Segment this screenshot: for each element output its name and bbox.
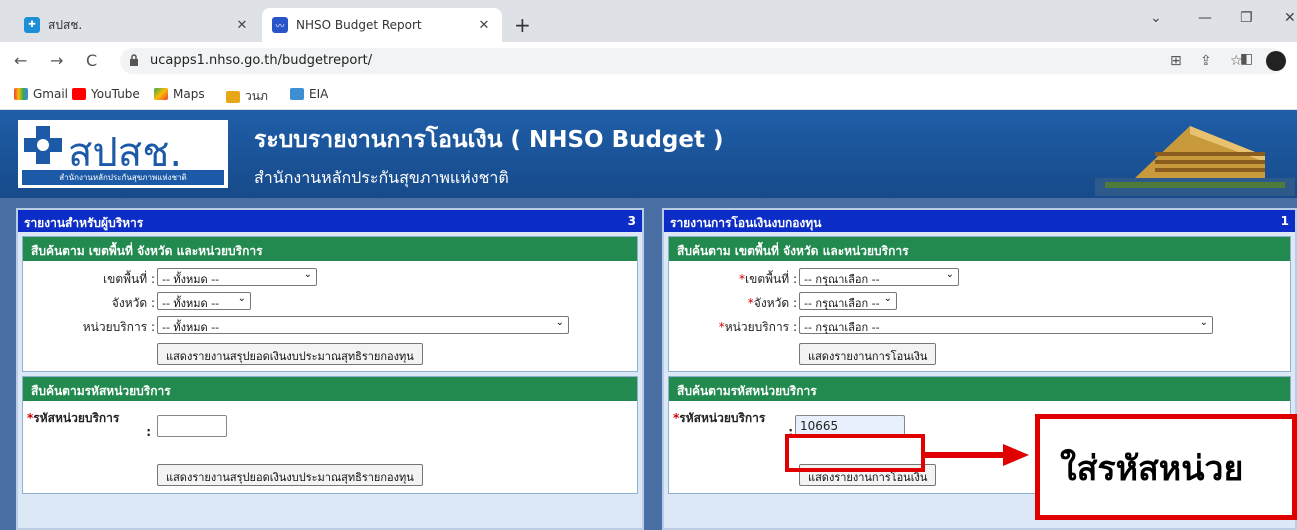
section-heading: สืบค้นตาม เขตพื้นที่ จังหวัด และหน่วยบริ… — [23, 237, 637, 261]
service-unit-label: หน่วยบริการ : — [82, 320, 155, 334]
close-tab-icon[interactable]: ✕ — [476, 18, 492, 33]
forward-arrow-icon[interactable]: → — [50, 51, 63, 70]
nhso-favicon-icon: ✚ — [24, 17, 40, 33]
report-count-badge: 3 — [627, 214, 636, 228]
new-tab-icon[interactable]: + — [514, 13, 531, 37]
service-unit-label: *หน่วยบริการ : — [718, 320, 797, 334]
panel-title: รายงานสำหรับผู้บริหาร — [24, 216, 144, 230]
chevron-down-icon: ⌄ — [555, 317, 564, 328]
logo-full-name: สำนักงานหลักประกันสุขภาพแห่งชาติ — [22, 170, 224, 185]
tab-title: NHSO Budget Report — [296, 18, 422, 32]
url-text: ucapps1.nhso.go.th/budgetreport/ — [150, 53, 373, 68]
close-tab-icon[interactable]: ✕ — [234, 18, 250, 33]
show-budget-summary-button[interactable]: แสดงรายงานสรุปยอดเงินงบประมาณสุทธิรายกอง… — [157, 464, 423, 486]
bookmark-gmail[interactable]: Gmail — [14, 87, 68, 101]
bookmarks-bar: Gmail YouTube Maps วนภ EIA — [0, 80, 1297, 110]
show-transfer-report-button[interactable]: แสดงรายงานการโอนเงิน — [799, 343, 937, 365]
share-icon[interactable]: ⇪ — [1200, 53, 1212, 69]
tab-budget-report[interactable]: 〰 NHSO Budget Report ✕ — [262, 8, 502, 42]
chevron-down-icon: ⌄ — [883, 293, 892, 304]
panel-title: รายงานการโอนเงินงบกองทุน — [670, 216, 822, 230]
annotation-highlight-box — [785, 434, 925, 472]
tab-title: สปสช. — [48, 17, 83, 32]
tab-nhso[interactable]: ✚ สปสช. ✕ — [14, 8, 260, 42]
section-heading: สืบค้นตามรหัสหน่วยบริการ — [23, 377, 637, 401]
executive-report-panel: รายงานสำหรับผู้บริหาร 3 สืบค้นตาม เขตพื้… — [16, 208, 644, 530]
youtube-icon — [72, 88, 86, 100]
page-title: ระบบรายงานการโอนเงิน ( NHSO Budget ) — [254, 127, 724, 153]
annotation-arrow-icon — [923, 444, 1029, 466]
bookmark-youtube[interactable]: YouTube — [72, 87, 140, 101]
bookmark-maps[interactable]: Maps — [154, 87, 205, 101]
panel-title-bar: รายงานสำหรับผู้บริหาร 3 — [18, 210, 642, 232]
unit-code-label: *รหัสหน่วยบริการ — [27, 411, 120, 425]
nhso-logo: สปสช. สำนักงานหลักประกันสุขภาพแห่งชาติ — [18, 120, 228, 188]
browser-tab-bar: ✚ สปสช. ✕ 〰 NHSO Budget Report ✕ + ⌄ — ❐… — [0, 0, 1297, 42]
nhso-cross-icon — [24, 126, 62, 164]
address-bar-row: ← → C ucapps1.nhso.go.th/budgetreport/ ⊞… — [0, 42, 1297, 80]
province-select[interactable]: -- ทั้งหมด -- ⌄ — [157, 292, 251, 310]
code-search-section: สืบค้นตามรหัสหน่วยบริการ *รหัสหน่วยบริกา… — [22, 376, 638, 494]
site-header: สปสช. สำนักงานหลักประกันสุขภาพแห่งชาติ ร… — [0, 110, 1297, 198]
restore-icon[interactable]: ❐ — [1240, 10, 1253, 26]
annotation-callout: ใส่รหัสหน่วย — [1035, 414, 1297, 520]
bookmark-vnp[interactable]: วนภ — [226, 87, 268, 106]
maps-icon — [154, 88, 168, 100]
area-search-section: สืบค้นตาม เขตพื้นที่ จังหวัด และหน่วยบริ… — [668, 236, 1291, 372]
chevron-down-icon: ⌄ — [945, 269, 954, 280]
section-heading: สืบค้นตาม เขตพื้นที่ จังหวัด และหน่วยบริ… — [669, 237, 1290, 261]
gmail-icon — [14, 88, 28, 100]
reload-icon[interactable]: C — [86, 51, 97, 70]
region-label: *เขตพื้นที่ : — [739, 272, 797, 286]
unit-code-input[interactable] — [157, 415, 227, 437]
region-select[interactable]: -- กรุณาเลือก -- ⌄ — [799, 268, 959, 286]
building-banner-image — [1095, 126, 1295, 196]
translate-icon[interactable]: ⊞ — [1170, 53, 1182, 69]
bookmark-site-icon — [226, 90, 240, 103]
region-select[interactable]: -- ทั้งหมด -- ⌄ — [157, 268, 317, 286]
show-budget-summary-button[interactable]: แสดงรายงานสรุปยอดเงินงบประมาณสุทธิรายกอง… — [157, 343, 423, 365]
chart-favicon-icon: 〰 — [272, 17, 288, 33]
side-panel-icon[interactable]: ◧ — [1240, 51, 1253, 67]
back-arrow-icon[interactable]: ← — [14, 51, 27, 70]
bookmark-site-icon — [290, 88, 304, 100]
unit-code-label: *รหัสหน่วยบริการ — [673, 411, 766, 425]
province-select[interactable]: -- กรุณาเลือก -- ⌄ — [799, 292, 897, 310]
section-heading: สืบค้นตามรหัสหน่วยบริการ — [669, 377, 1290, 401]
area-search-section: สืบค้นตาม เขตพื้นที่ จังหวัด และหน่วยบริ… — [22, 236, 638, 372]
chevron-down-icon: ⌄ — [237, 293, 246, 304]
tab-search-icon[interactable]: ⌄ — [1150, 10, 1162, 26]
service-unit-select[interactable]: -- ทั้งหมด -- ⌄ — [157, 316, 569, 334]
minimize-icon[interactable]: — — [1198, 10, 1212, 26]
panel-title-bar: รายงานการโอนเงินงบกองทุน 1 — [664, 210, 1295, 232]
chevron-down-icon: ⌄ — [303, 269, 312, 280]
report-count-badge: 1 — [1280, 214, 1289, 228]
annotation-callout-text: ใส่รหัสหน่วย — [1060, 449, 1244, 489]
province-label: *จังหวัด : — [747, 296, 797, 310]
chevron-down-icon: ⌄ — [1199, 317, 1208, 328]
province-label: จังหวัด : — [111, 296, 155, 310]
unit-code-colon: : — [146, 425, 151, 439]
lock-icon — [130, 54, 138, 66]
page-subtitle: สำนักงานหลักประกันสุขภาพแห่งชาติ — [254, 168, 509, 187]
window-close-icon[interactable]: ✕ — [1284, 10, 1296, 26]
region-label: เขตพื้นที่ : — [103, 272, 155, 286]
service-unit-select[interactable]: -- กรุณาเลือก -- ⌄ — [799, 316, 1213, 334]
address-bar[interactable]: ucapps1.nhso.go.th/budgetreport/ ⊞ ⇪ ☆ — [120, 48, 1285, 74]
profile-avatar[interactable] — [1266, 51, 1286, 71]
bookmark-eia[interactable]: EIA — [290, 87, 328, 101]
